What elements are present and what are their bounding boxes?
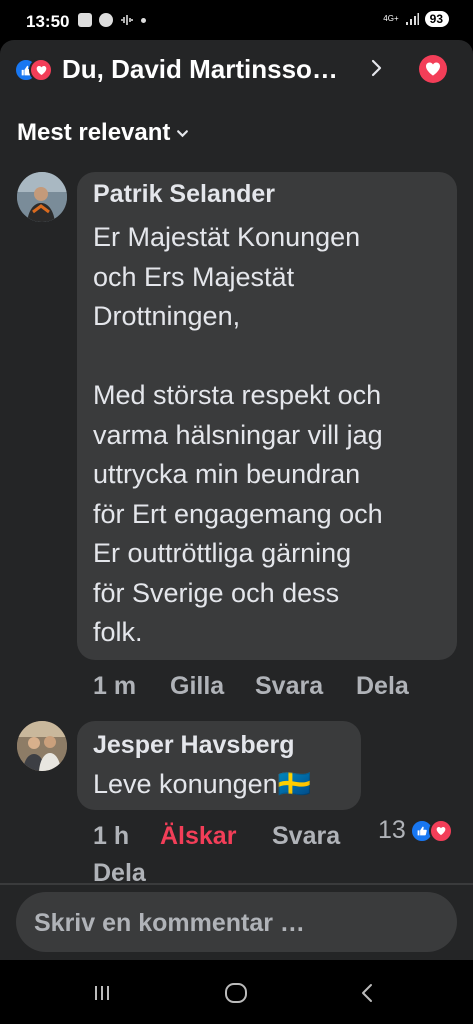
comment-text: Er Majestät Konungen och Ers Majestät Dr… (93, 222, 383, 647)
heart-icon (426, 62, 440, 76)
status-time: 13:50 (26, 12, 70, 31)
reaction-icons (14, 58, 58, 82)
status-bar: 13:50 4G+ 93 (0, 0, 473, 40)
love-react-button[interactable] (419, 55, 447, 83)
back-button[interactable] (353, 978, 383, 1008)
comment-time: 1 h (93, 822, 130, 850)
status-notification-icons (78, 13, 146, 27)
avatar[interactable] (17, 721, 67, 771)
reply-button[interactable]: Svara (255, 672, 323, 701)
reaction-count: 13 (378, 816, 406, 844)
gallery-icon (78, 13, 92, 27)
comment-text: Leve konungen🇸🇪 (93, 765, 311, 805)
comment-bubble: Patrik Selander Er Majestät Konungen och… (77, 172, 457, 660)
sweden-flag-emoji: 🇸🇪 (277, 769, 312, 799)
battery-indicator: 93 (424, 11, 449, 27)
back-icon (362, 984, 372, 1002)
chevron-right-icon[interactable] (366, 58, 386, 78)
recent-apps-icon (95, 986, 109, 1000)
reactions-header[interactable]: Du, David Martinsso… (0, 40, 473, 100)
comments-panel: Du, David Martinsso… Mest relevant Patri… (0, 40, 473, 960)
sort-dropdown[interactable]: Mest relevant (17, 119, 189, 147)
sort-label: Mest relevant (17, 119, 171, 146)
reply-button[interactable]: Svara (272, 822, 340, 851)
avatar-photo (17, 172, 67, 222)
composer-divider (0, 883, 473, 885)
status-system-icons: 4G+ 93 (383, 11, 449, 27)
avatar-photo (17, 721, 67, 771)
love-icon (29, 58, 53, 82)
comment-composer[interactable] (16, 892, 457, 954)
system-navigation-bar (0, 960, 473, 1024)
recent-apps-button[interactable] (87, 978, 117, 1008)
dot-icon (141, 17, 146, 23)
avatar[interactable] (17, 172, 67, 222)
chevron-down-icon (177, 129, 189, 137)
sound-wave-icon (121, 15, 133, 25)
reactions-title: Du, David Martinsso… (62, 54, 338, 84)
home-button[interactable] (221, 978, 251, 1008)
comment-author[interactable]: Jesper Havsberg (93, 731, 295, 760)
facebook-icon (99, 13, 113, 27)
love-icon (428, 818, 453, 843)
comment-input[interactable] (32, 892, 436, 954)
comment-author[interactable]: Patrik Selander (93, 180, 275, 209)
signal-icon (405, 13, 419, 25)
comment-text-body: Leve konungen (93, 769, 278, 799)
share-button[interactable]: Dela (356, 672, 409, 701)
like-button[interactable]: Gilla (170, 672, 224, 701)
home-icon (225, 983, 247, 1003)
comment-reaction-summary[interactable]: 13 (378, 816, 453, 845)
love-reaction-button[interactable]: Älskar (160, 822, 236, 851)
comment-time: 1 m (93, 672, 137, 700)
comment-bubble: Jesper Havsberg Leve konungen🇸🇪 (77, 721, 361, 810)
network-type: 4G+ (383, 14, 399, 23)
